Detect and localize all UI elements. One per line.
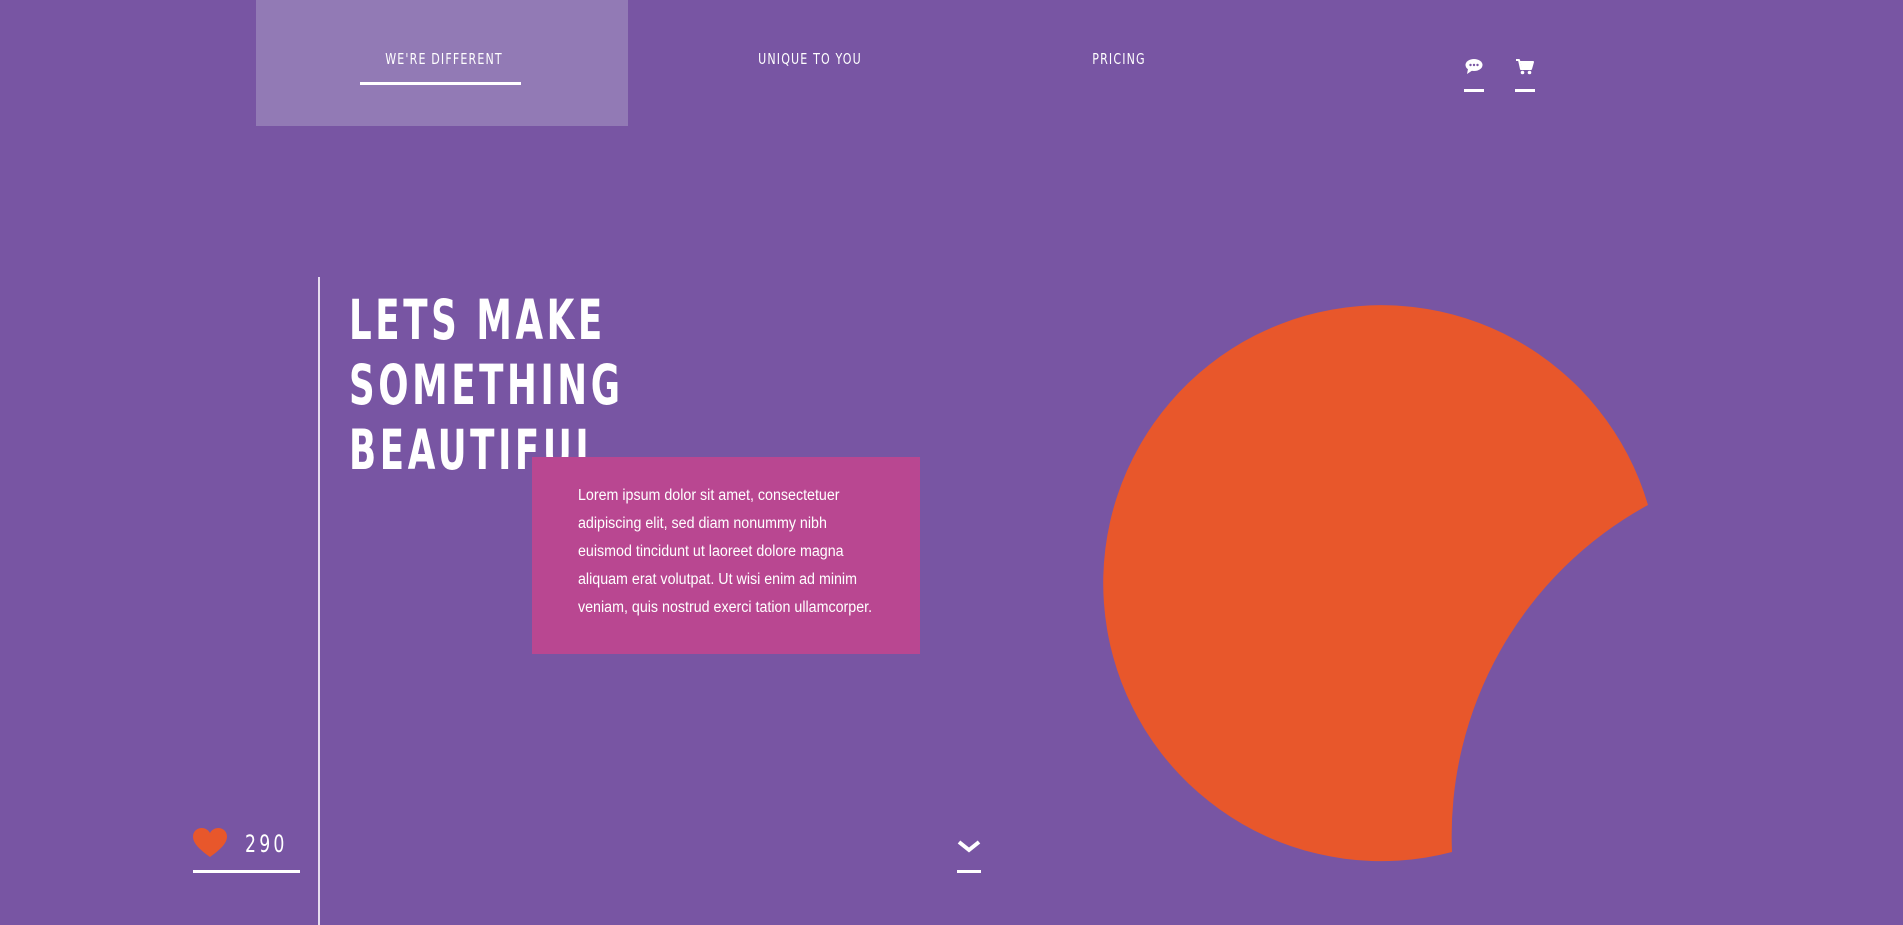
hero-text-box: Lorem ipsum dolor sit amet, consectetuer… — [532, 457, 920, 654]
shopping-cart-icon — [1516, 59, 1534, 75]
chat-button[interactable] — [1464, 58, 1484, 92]
chat-bubble-icon — [1465, 59, 1483, 74]
nav-item-unique-to-you[interactable]: UNIQUE TO YOU — [728, 50, 892, 70]
nav-active-underline — [360, 82, 521, 85]
likes-underline — [193, 870, 300, 873]
decorative-orange-shape — [1103, 305, 1648, 862]
hero-body-text: Lorem ipsum dolor sit amet, consectetuer… — [578, 487, 873, 616]
cart-button[interactable] — [1515, 58, 1535, 92]
chat-underline — [1464, 89, 1484, 92]
cart-underline — [1515, 89, 1535, 92]
heart-icon — [193, 828, 227, 857]
headline-line: SOMETHING — [349, 353, 624, 417]
chevron-down-icon — [957, 840, 981, 853]
nav-item-label: PRICING — [1092, 50, 1146, 68]
scroll-underline — [957, 870, 981, 873]
headline-line: LETS MAKE — [349, 288, 606, 352]
likes-counter[interactable]: 290 — [193, 826, 300, 874]
nav-item-label: UNIQUE TO YOU — [758, 50, 862, 68]
hero-headline: LETS MAKE SOMETHING BEAUTIFUL. — [349, 288, 624, 483]
scroll-down-button[interactable] — [957, 838, 981, 874]
nav-item-label: WE'RE DIFFERENT — [385, 50, 503, 68]
vertical-divider-line — [318, 277, 320, 925]
nav-item-were-different[interactable]: WE'RE DIFFERENT — [362, 50, 526, 70]
nav-item-pricing[interactable]: PRICING — [1037, 50, 1201, 70]
likes-count: 290 — [245, 830, 288, 858]
